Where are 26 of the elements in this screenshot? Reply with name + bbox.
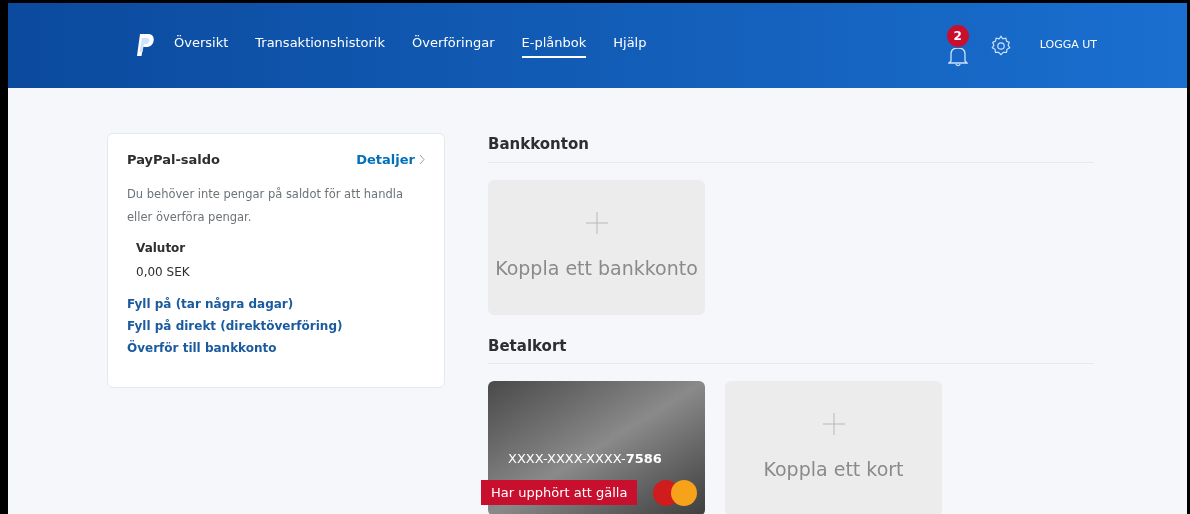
status-ribbon: Har upphört att gälla [481, 480, 638, 505]
section-heading: Bankkonton [488, 133, 1094, 163]
chevron-right-icon [419, 154, 425, 166]
card-title: PayPal-saldo [127, 151, 221, 169]
balance-amount: 0,00 SEK [136, 263, 191, 281]
logout-link[interactable]: LOGGA UT [1039, 37, 1097, 54]
action-link[interactable]: Fyll på direkt (direktöverföring) [127, 316, 425, 335]
card-number: XXXX-XXXX-XXXX-7586 [508, 450, 662, 468]
nav-tab[interactable]: Översikt [174, 33, 229, 58]
section-heading: Betalkort [488, 334, 1094, 364]
plus-icon [822, 413, 845, 436]
nav-tab[interactable]: Hjälp [613, 33, 647, 58]
logo-icon [136, 33, 154, 58]
plus-icon [585, 211, 608, 234]
action-link[interactable]: Fyll på (tar några dagar) [127, 294, 425, 313]
currencies-label: Valutor [136, 239, 187, 257]
settings-icon[interactable] [989, 34, 1012, 57]
notification-badge: 2 [946, 24, 969, 47]
nav-tab[interactable]: Transaktionshistorik [255, 33, 385, 58]
action-link[interactable]: Överför till bankkonto [127, 338, 425, 357]
description-text: Du behöver inte pengar på saldot för att handla eller överföra pengar. [127, 185, 404, 226]
nav-tab[interactable]: E-plånbok [521, 33, 587, 58]
bell-icon[interactable] [947, 47, 968, 67]
nav-tab[interactable]: Överföringar [411, 33, 495, 58]
card-brand-logo [652, 479, 698, 507]
details-link[interactable]: Detaljer [356, 150, 425, 170]
